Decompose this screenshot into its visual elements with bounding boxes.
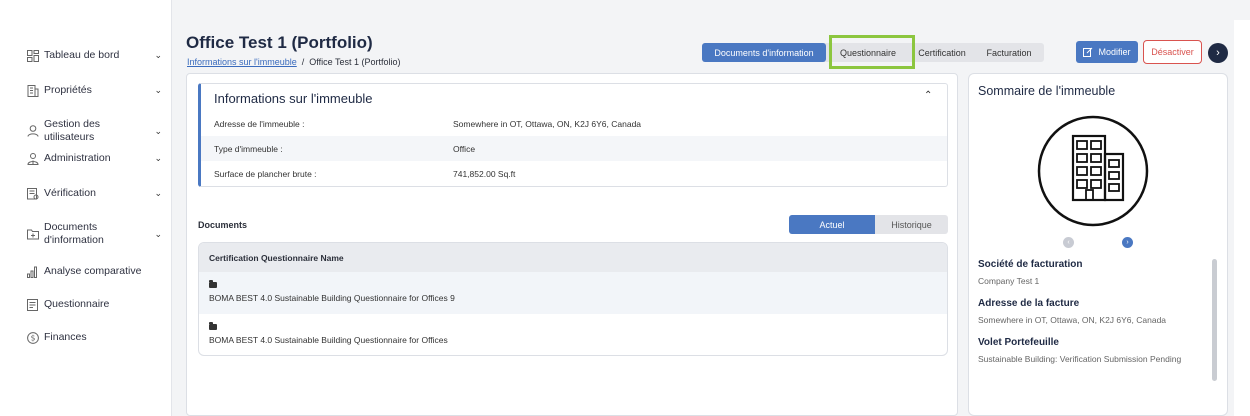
portfolio-value: Sustainable Building: Verification Submi… [978, 354, 1182, 364]
documents-toggle: Actuel Historique [789, 215, 948, 234]
info-value: Somewhere in OT, Ottawa, ON, K2J 6Y6, Ca… [453, 118, 642, 129]
dashboard-icon [26, 49, 39, 62]
sidebar-item-administration[interactable]: Administration ⌄ [26, 152, 162, 165]
breadcrumb-current: Office Test 1 (Portfolio) [309, 57, 401, 67]
building-icon [26, 84, 39, 97]
tab-questionnaire[interactable]: Questionnaire [826, 43, 910, 62]
table-header: Certification Questionnaire Name [199, 243, 947, 272]
billing-address-label: Adresse de la facture [978, 298, 1080, 309]
edit-icon [1083, 47, 1093, 57]
table-row[interactable]: BOMA BEST 4.0 Sustainable Building Quest… [199, 272, 947, 314]
info-row-type: Type d'immeuble : Office [201, 136, 947, 161]
info-row-surface: Surface de plancher brute : 741,852.00 S… [201, 161, 947, 186]
info-value: Office [453, 143, 476, 154]
folder-icon [209, 280, 217, 288]
summary-title: Sommaire de l'immeuble [978, 84, 1116, 98]
sidebar-item-analyse-comparative[interactable]: Analyse comparative [26, 265, 162, 278]
chevron-down-icon: ⌄ [154, 228, 162, 239]
sidebar-item-label: Administration [44, 152, 111, 164]
questionnaire-icon [26, 298, 39, 311]
building-info-title: Informations sur l'immeuble [214, 91, 373, 106]
sidebar-item-label: Questionnaire [44, 298, 110, 310]
sidebar-item-documents-information[interactable]: Documents d'information ⌄ [26, 221, 162, 247]
tab-bar: Documents d'information Questionnaire Ce… [702, 43, 1044, 62]
tab-documents-information[interactable]: Documents d'information [702, 43, 826, 62]
info-key: Adresse de l'immeuble : [214, 118, 305, 129]
breadcrumb-link[interactable]: Informations sur l'immeuble [187, 57, 297, 67]
sidebar: Tableau de bord ⌄ Propriétés ⌄ Gestion d… [0, 0, 172, 416]
documents-label: Documents [198, 220, 248, 230]
sidebar-item-finances[interactable]: $ Finances [26, 331, 162, 344]
top-strip [172, 0, 1250, 20]
sidebar-item-label: Vérification [44, 187, 96, 199]
sidebar-item-verification[interactable]: Vérification ⌄ [26, 187, 162, 200]
info-key: Type d'immeuble : [214, 143, 283, 154]
sidebar-item-tableau-de-bord[interactable]: Tableau de bord ⌄ [26, 49, 162, 62]
billing-address-value: Somewhere in OT, Ottawa, ON, K2J 6Y6, Ca… [978, 315, 1167, 325]
sidebar-item-label: Gestion des utilisateurs [44, 118, 101, 143]
scrollbar[interactable] [1212, 259, 1217, 381]
document-folder-icon [26, 228, 39, 241]
page-title: Office Test 1 (Portfolio) [186, 33, 373, 52]
sidebar-item-label: Propriétés [44, 84, 92, 96]
sidebar-item-questionnaire[interactable]: Questionnaire [26, 298, 162, 311]
building-illustration-icon [1036, 114, 1150, 228]
sidebar-item-proprietes[interactable]: Propriétés ⌄ [26, 84, 162, 97]
toggle-current[interactable]: Actuel [789, 215, 875, 234]
billing-company-value: Company Test 1 [978, 276, 1040, 286]
admin-user-icon [26, 152, 39, 165]
documents-table: Certification Questionnaire Name BOMA BE… [198, 242, 948, 356]
deactivate-button[interactable]: Désactiver [1143, 40, 1202, 64]
portfolio-label: Volet Portefeuille [978, 337, 1059, 348]
info-value: 741,852.00 Sq.ft [453, 168, 516, 179]
document-name: BOMA BEST 4.0 Sustainable Building Quest… [209, 335, 448, 345]
breadcrumb-separator: / [301, 57, 305, 67]
sidebar-item-label: Documents d'information [44, 221, 104, 246]
info-row-address: Adresse de l'immeuble : Somewhere in OT,… [201, 111, 947, 136]
chevron-up-icon[interactable]: ⌃ [924, 90, 932, 101]
chevron-down-icon: ⌄ [154, 188, 162, 198]
billing-company-label: Société de facturation [978, 259, 1083, 270]
info-key: Surface de plancher brute : [214, 168, 317, 179]
carousel-prev-icon[interactable]: ‹ [1063, 237, 1074, 248]
modify-label: Modifier [1098, 47, 1131, 57]
sidebar-item-label: Finances [44, 331, 87, 343]
chevron-down-icon: ⌄ [154, 85, 162, 95]
breadcrumb: Informations sur l'immeuble / Office Test … [187, 57, 401, 67]
chevron-down-icon: ⌄ [154, 50, 162, 60]
modify-button[interactable]: Modifier [1076, 41, 1138, 63]
sidebar-item-label: Analyse comparative [44, 265, 142, 277]
table-row[interactable]: BOMA BEST 4.0 Sustainable Building Quest… [199, 314, 947, 355]
carousel-next-icon[interactable]: › [1122, 237, 1133, 248]
document-name: BOMA BEST 4.0 Sustainable Building Quest… [209, 293, 455, 303]
sidebar-item-label: Tableau de bord [44, 49, 120, 61]
folder-icon [209, 322, 217, 330]
dollar-icon: $ [26, 331, 39, 344]
chevron-down-icon: ⌄ [154, 153, 162, 163]
tab-facturation[interactable]: Facturation [974, 43, 1044, 62]
chevron-down-icon: ⌄ [154, 125, 162, 136]
chevron-right-icon[interactable]: › [1208, 43, 1228, 63]
sidebar-item-gestion-utilisateurs[interactable]: Gestion des utilisateurs ⌄ [26, 118, 162, 144]
toggle-history[interactable]: Historique [875, 215, 948, 234]
svg-text:$: $ [30, 333, 35, 342]
tab-certification[interactable]: Certification [910, 43, 974, 62]
user-icon [26, 125, 39, 138]
verification-icon [26, 187, 39, 200]
bar-chart-icon [26, 265, 39, 278]
